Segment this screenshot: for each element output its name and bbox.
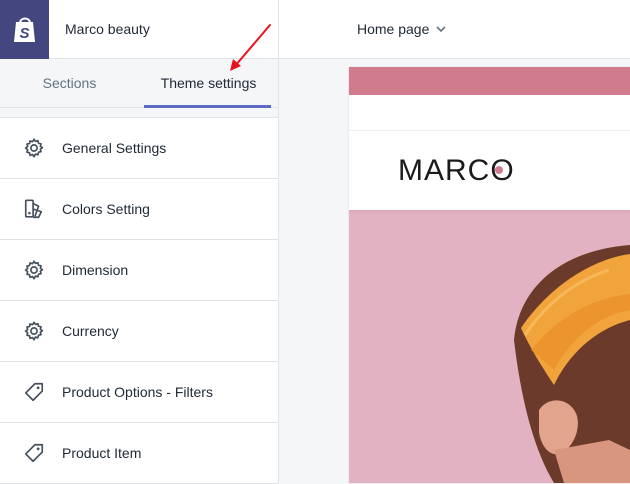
tab-sections[interactable]: Sections <box>0 59 139 107</box>
theme-settings-list: General Settings Colors Setting Dimensio… <box>0 118 278 484</box>
page-selector-label: Home page <box>357 21 430 37</box>
tag-icon <box>23 381 45 403</box>
tabs-spacer <box>0 108 278 118</box>
menu-item-product-item[interactable]: Product Item <box>0 423 278 484</box>
hero-model-image <box>514 245 630 483</box>
menu-item-label: Currency <box>62 323 119 339</box>
menu-item-colors-setting[interactable]: Colors Setting <box>0 179 278 240</box>
menu-item-label: Product Item <box>62 445 142 461</box>
menu-item-product-options-filters[interactable]: Product Options - Filters <box>0 362 278 423</box>
store-name: Marco beauty <box>65 21 150 37</box>
gear-icon <box>23 259 45 281</box>
menu-item-currency[interactable]: Currency <box>0 301 278 362</box>
menu-item-dimension[interactable]: Dimension <box>0 240 278 301</box>
editor-topbar: Home page <box>279 0 630 59</box>
menu-item-general-settings[interactable]: General Settings <box>0 118 278 179</box>
paint-swatch-icon <box>23 198 45 220</box>
menu-item-label: Colors Setting <box>62 201 150 217</box>
store-header: S Marco beauty <box>0 0 278 59</box>
menu-item-label: Dimension <box>62 262 129 278</box>
tab-theme-settings[interactable]: Theme settings <box>139 59 278 108</box>
promo-bar <box>349 67 630 95</box>
hero-banner <box>349 210 630 483</box>
site-header: MARCO <box>349 131 630 210</box>
gear-icon <box>23 137 45 159</box>
announcement-bar <box>349 95 630 131</box>
sidebar-tabs: Sections Theme settings <box>0 59 278 108</box>
menu-item-label: Product Options - Filters <box>62 384 213 400</box>
site-logo[interactable]: MARCO <box>398 155 515 186</box>
chevron-down-icon <box>436 25 446 32</box>
svg-text:S: S <box>19 25 29 42</box>
page-selector[interactable]: Home page <box>357 21 446 37</box>
shopify-logo[interactable]: S <box>0 0 49 59</box>
logo-dot <box>494 165 503 174</box>
tag-icon <box>23 442 45 464</box>
shopify-bag-icon: S <box>13 17 35 42</box>
gear-icon <box>23 320 45 342</box>
theme-editor-sidebar: S Marco beauty Sections Theme settings G… <box>0 0 279 484</box>
menu-item-label: General Settings <box>62 140 167 156</box>
storefront-preview[interactable]: MARCO <box>349 67 630 483</box>
